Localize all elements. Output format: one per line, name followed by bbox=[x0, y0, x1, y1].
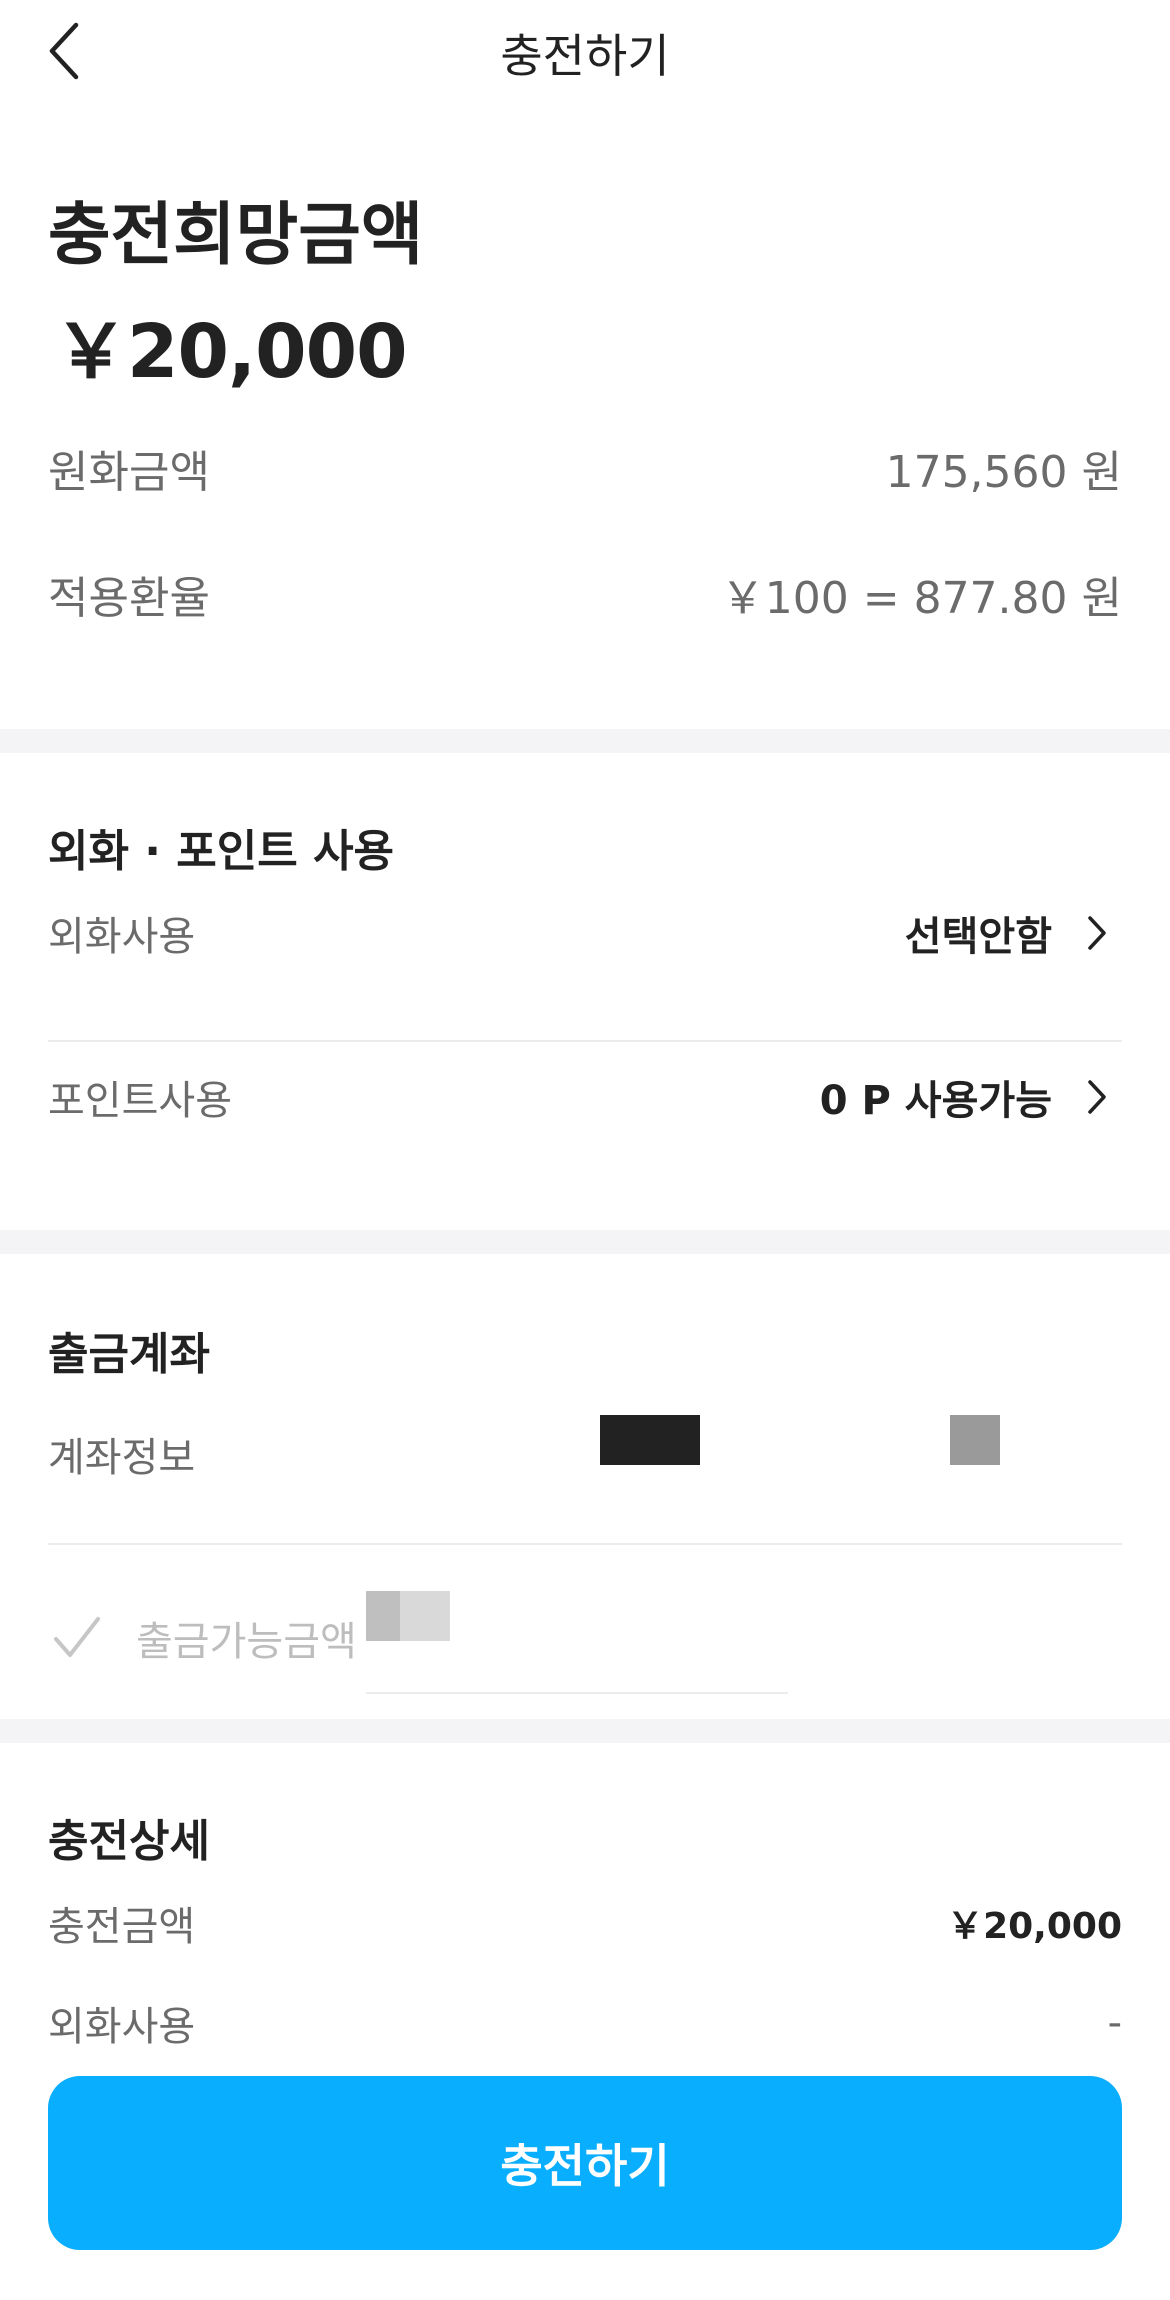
usage-section: 외화 · 포인트 사용 외화사용 선택안함 포인트사용 0 P 사용가능 bbox=[0, 753, 1170, 1230]
header: 충전하기 bbox=[0, 0, 1170, 110]
chevron-right-icon bbox=[1086, 914, 1108, 952]
point-usage-row[interactable]: 포인트사용 0 P 사용가능 bbox=[48, 1067, 1122, 1127]
charge-page: 충전하기 충전희망금액 ￥20,000 원화금액 175,560 원 적용환율 … bbox=[0, 0, 1170, 2300]
fx-usage-row[interactable]: 외화사용 선택안함 bbox=[48, 903, 1122, 963]
detail-title: 충전상세 bbox=[48, 1816, 210, 1867]
account-bank-masked bbox=[600, 1415, 700, 1465]
section-divider bbox=[0, 1230, 1170, 1254]
charge-amount-label: 충전금액 bbox=[48, 1904, 196, 1950]
charge-amount-row: 충전금액 ￥20,000 bbox=[48, 1893, 1122, 1953]
amount-section: 충전희망금액 ￥20,000 원화금액 175,560 원 적용환율 ￥100 … bbox=[0, 110, 1170, 729]
check-icon bbox=[52, 1613, 102, 1663]
account-title: 출금계좌 bbox=[48, 1329, 210, 1380]
rate-row: 적용환율 ￥100 = 877.80 원 bbox=[48, 564, 1122, 624]
page-title: 충전하기 bbox=[500, 29, 670, 83]
row-divider bbox=[48, 1543, 1122, 1545]
krw-row: 원화금액 175,560 원 bbox=[48, 438, 1122, 498]
rate-value: ￥100 = 877.80 원 bbox=[720, 573, 1122, 624]
chevron-right-icon bbox=[1086, 1078, 1108, 1116]
charge-button[interactable]: 충전하기 bbox=[48, 2076, 1122, 2250]
krw-label: 원화금액 bbox=[48, 447, 210, 498]
rate-label: 적용환율 bbox=[48, 573, 210, 624]
row-divider bbox=[366, 1692, 788, 1694]
section-divider bbox=[0, 729, 1170, 753]
withdrawable-label: 출금가능금액 bbox=[136, 1619, 357, 1665]
fx-usage-value: 선택안함 bbox=[904, 914, 1052, 960]
withdrawable-row[interactable]: 출금가능금액 bbox=[48, 1608, 1122, 1668]
account-section: 출금계좌 계좌정보 출금가능금액 bbox=[0, 1254, 1170, 1719]
withdrawable-amount-masked bbox=[400, 1591, 450, 1641]
usage-title: 외화 · 포인트 사용 bbox=[48, 826, 395, 877]
charge-amount-value: ￥20,000 bbox=[947, 1906, 1122, 1947]
amount-value: ￥20,000 bbox=[54, 309, 408, 395]
detail-fx-label: 외화사용 bbox=[48, 2004, 196, 2050]
section-divider bbox=[0, 1719, 1170, 1743]
fx-usage-label: 외화사용 bbox=[48, 914, 196, 960]
point-usage-label: 포인트사용 bbox=[48, 1078, 232, 1124]
row-divider bbox=[48, 1040, 1122, 1042]
point-usage-value: 0 P 사용가능 bbox=[819, 1078, 1052, 1124]
account-number-masked bbox=[950, 1415, 1000, 1465]
account-info-label: 계좌정보 bbox=[48, 1435, 196, 1481]
withdrawable-amount-masked bbox=[366, 1591, 400, 1641]
amount-label: 충전희망금액 bbox=[48, 196, 424, 275]
krw-value: 175,560 원 bbox=[885, 447, 1122, 498]
detail-fx-row: 외화사용 - bbox=[48, 1993, 1122, 2053]
detail-fx-value: - bbox=[1107, 2000, 1122, 2046]
